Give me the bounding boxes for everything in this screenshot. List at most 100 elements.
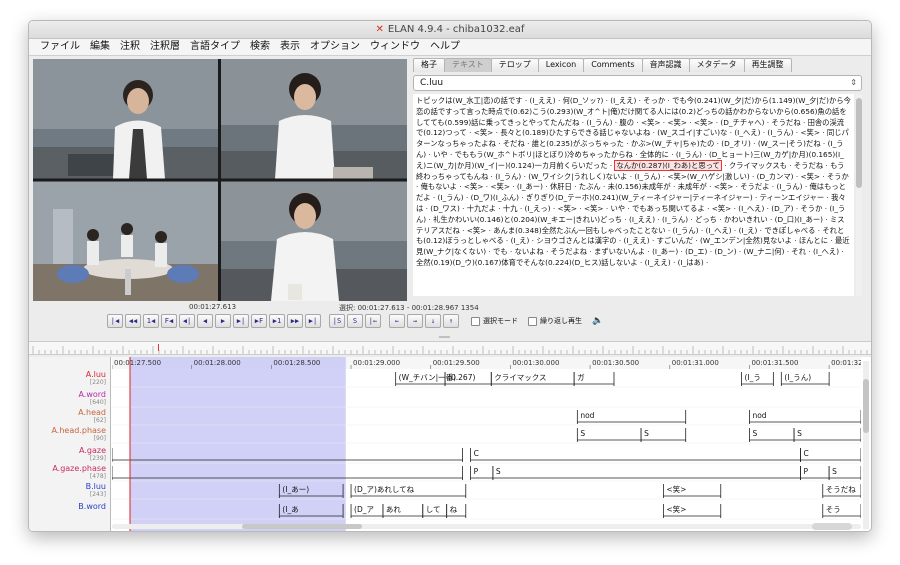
transcript-before: トピックは(W_水工|恋)の話です · (I_ええ) · 何(D_ソッ?) · … [416, 96, 851, 170]
annotation-label[interactable]: (D_ア)あれしてね [354, 485, 415, 494]
menu-help[interactable]: ヘルプ [425, 39, 465, 55]
tier-labels: A.luu [220] A.word [640] A.head [62] A.head.ph… [29, 357, 111, 531]
next-scrollview-button[interactable]: ▶▶ [287, 314, 303, 328]
transcript-highlight[interactable]: なんか(0.287)(I_わあ)と思って [614, 159, 722, 171]
previous-second-button[interactable]: 1◀ [143, 314, 159, 328]
menu-file[interactable]: ファイル [35, 39, 85, 55]
tier-label[interactable]: B.luu [243] [86, 482, 106, 498]
annotation-label[interactable]: nod [580, 411, 594, 420]
annotation-label[interactable]: S [644, 429, 649, 438]
previous-scrollview-button[interactable]: ◀◀ [125, 314, 141, 328]
video-viewer[interactable] [33, 59, 407, 301]
annotation-label[interactable]: S [752, 429, 757, 438]
go-to-end-button[interactable]: ▶| [305, 314, 321, 328]
annotation-label[interactable]: P [474, 467, 479, 476]
scrollbar-thumb[interactable] [856, 98, 862, 188]
tab-text[interactable]: テキスト [444, 58, 492, 72]
menu-options[interactable]: オプション [305, 39, 365, 55]
timeline-vertical-scrollbar[interactable] [863, 361, 869, 529]
tier-label[interactable]: B.word [78, 502, 106, 511]
annotation-label[interactable]: C [803, 449, 808, 458]
tier-select[interactable]: C.luu ⇕ [413, 75, 862, 91]
time-tick-label: 00:01:31.000 [672, 359, 719, 367]
previous-frame-button[interactable]: F◀ [161, 314, 177, 328]
menu-edit[interactable]: 編集 [85, 39, 115, 55]
checkbox-box[interactable] [471, 316, 480, 326]
annotation-label[interactable]: nod [752, 411, 766, 420]
left-arrow-button[interactable]: ← [389, 314, 405, 328]
annotation-label[interactable]: P [803, 467, 808, 476]
tab-subtitles[interactable]: テロップ [490, 58, 539, 72]
tab-grid[interactable]: 格子 [413, 58, 445, 72]
tier-label[interactable]: A.head.phase [90] [51, 426, 106, 442]
annotation-label[interactable]: ガ [577, 372, 585, 382]
annotation-label[interactable]: ね [450, 505, 458, 514]
split-handle-icon[interactable]: ═══ [439, 334, 450, 341]
annotation-label[interactable]: S [496, 467, 501, 476]
checkbox-box[interactable] [528, 316, 537, 326]
play-backward-button[interactable]: ◀ [197, 314, 213, 328]
annotation-label[interactable]: C [474, 449, 479, 458]
menu-annotation[interactable]: 注釈 [115, 39, 145, 55]
annotation-label[interactable]: そう [826, 505, 841, 514]
volume-icon[interactable]: 🔈 [592, 316, 603, 326]
previous-pixel-button[interactable]: ◀| [179, 314, 195, 328]
go-to-begin-button[interactable]: |◀ [107, 314, 123, 328]
selection-mode-checkbox[interactable]: 選択モード [471, 316, 518, 326]
menu-window[interactable]: ウィンドウ [365, 39, 425, 55]
menu-tier[interactable]: 注釈層 [145, 39, 185, 55]
tier-name: A.gaze.phase [52, 464, 106, 473]
loop-mode-checkbox[interactable]: 繰り返し再生 [528, 316, 582, 326]
up-arrow-button[interactable]: ↑ [443, 314, 459, 328]
annotation-label[interactable]: (I_あー) [282, 485, 309, 494]
menu-search[interactable]: 検索 [245, 39, 275, 55]
tab-comments[interactable]: Comments [583, 58, 643, 72]
annotation-label[interactable]: クライマックス [494, 373, 546, 382]
annotation-label[interactable]: して [426, 505, 441, 514]
time-tick-label: 00:01:30.000 [512, 359, 559, 367]
tab-lexicon[interactable]: Lexicon [537, 58, 585, 72]
annotation-label[interactable]: (0.267) [448, 373, 475, 382]
overview-ruler[interactable]: I [29, 341, 871, 355]
tier-label[interactable]: A.gaze [239] [79, 446, 106, 462]
selection-boundary-button[interactable]: |← [365, 314, 381, 328]
annotation-label[interactable]: <笑> [666, 484, 686, 494]
menu-linguistic-type[interactable]: 言語タイプ [185, 39, 245, 55]
tab-metadata[interactable]: メタデータ [688, 58, 745, 72]
annotation-label[interactable]: S [580, 429, 585, 438]
annotation-label[interactable]: (D_ア [354, 505, 374, 514]
next-second-button[interactable]: ▶1 [269, 314, 285, 328]
annotation-label[interactable]: S [832, 467, 837, 476]
tier-label[interactable]: A.head [62] [78, 408, 106, 424]
tab-controls[interactable]: 再生調整 [743, 58, 792, 72]
scrollbar-thumb[interactable] [863, 379, 869, 433]
menu-view[interactable]: 表示 [275, 39, 305, 55]
playhead-marker-icon[interactable]: I [157, 343, 160, 354]
right-arrow-button[interactable]: → [407, 314, 423, 328]
tier-label[interactable]: A.luu [220] [86, 370, 106, 386]
annotation-label[interactable]: あれ [386, 505, 401, 514]
down-arrow-button[interactable]: ↓ [425, 314, 441, 328]
annotation-label[interactable]: そうだね [826, 485, 856, 494]
next-frame-button[interactable]: ▶F [251, 314, 267, 328]
annotation-label[interactable]: (I_う [744, 373, 760, 382]
selection-range[interactable] [130, 357, 346, 532]
timeline-svg[interactable]: 00:01:27.500 00:01:28.000 00:01:28.500 00:0… [112, 357, 861, 532]
clear-selection-button[interactable]: S [347, 314, 363, 328]
transcript-scrollbar[interactable] [856, 94, 862, 296]
time-tick-label: 00:01:28.500 [273, 359, 320, 367]
annotation-label[interactable]: S [797, 429, 802, 438]
tier-label[interactable]: A.gaze.phase [478] [52, 464, 106, 480]
annotation-label[interactable]: (I_うん) [784, 373, 811, 382]
timeline-canvas[interactable]: 00:01:27.500 00:01:28.000 00:01:28.500 00:0… [112, 357, 861, 532]
play-selection-button[interactable]: |S [329, 314, 345, 328]
annotation-label[interactable]: (I_あ [282, 505, 298, 514]
annotation-label[interactable]: <笑> [666, 504, 686, 514]
play-button[interactable]: ▶ [215, 314, 231, 328]
transcript-text[interactable]: トピックは(W_水工|恋)の話です · (I_ええ) · 何(D_ソッ?) · … [413, 94, 854, 296]
timeline-horizontal-scrollbar[interactable] [112, 522, 861, 531]
timeline-viewer[interactable]: A.luu [220] A.word [640] A.head [62] A.head.ph… [29, 357, 871, 532]
tab-recognizer[interactable]: 音声認識 [641, 58, 690, 72]
next-pixel-button[interactable]: ▶| [233, 314, 249, 328]
tier-label[interactable]: A.word [640] [78, 390, 106, 406]
